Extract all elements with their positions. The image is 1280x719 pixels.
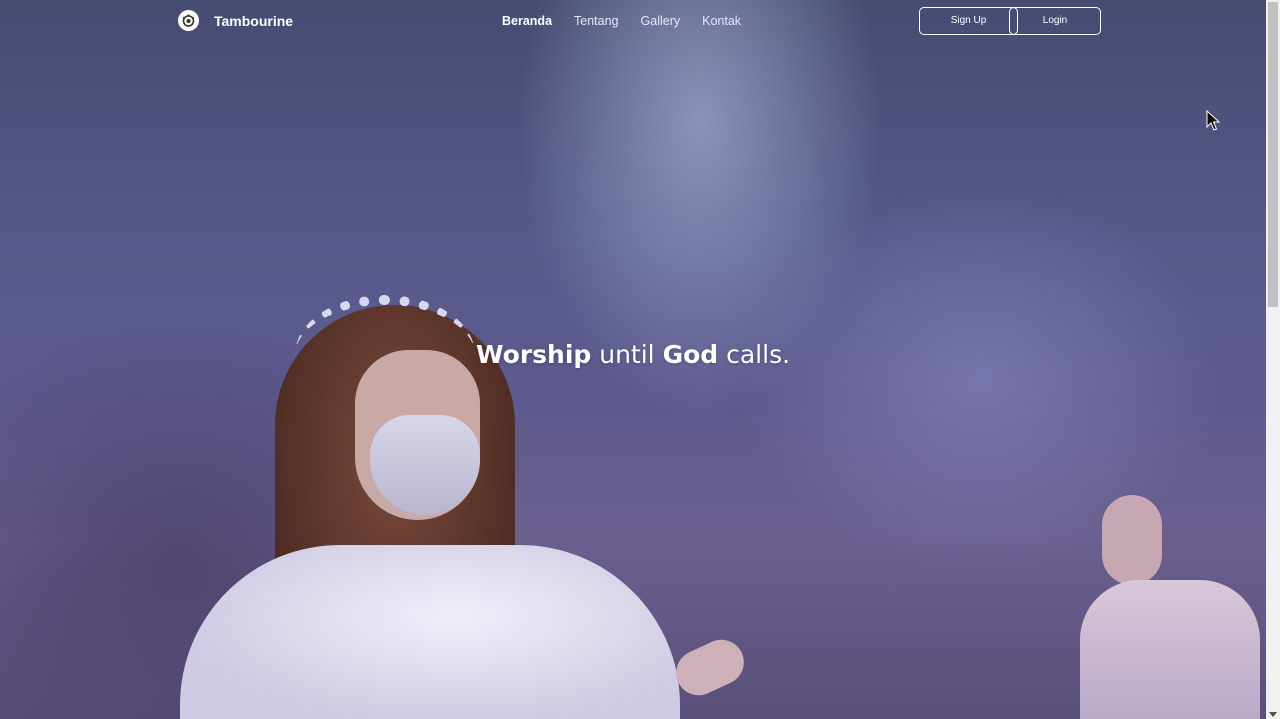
nav-links: Beranda Tentang Gallery Kontak [502,14,763,28]
login-button[interactable]: Login [1009,7,1101,35]
scrollbar-thumb[interactable] [1268,2,1278,307]
headline-word-calls: calls. [718,340,791,369]
sign-up-button[interactable]: Sign Up [919,7,1018,35]
mouse-pointer-icon [1206,109,1221,136]
nav-link-beranda[interactable]: Beranda [502,14,552,28]
hero-photo-background-performer [1080,490,1270,719]
brand-link[interactable]: Tambourine [178,10,293,31]
navbar: Tambourine Beranda Tentang Gallery Konta… [0,0,1266,42]
nav-link-gallery[interactable]: Gallery [641,14,681,28]
headline-word-worship: Worship [475,340,592,369]
headline-word-god: God [662,340,719,369]
page-scrollbar[interactable] [1266,0,1280,719]
scroll-down-arrow-icon[interactable] [1269,712,1277,717]
brand-name: Tambourine [214,12,294,29]
nav-link-kontak[interactable]: Kontak [702,14,741,28]
tambourine-logo-icon [178,10,199,31]
hero-headline: Worship until God calls. [0,340,1266,369]
headline-word-until: until [591,340,663,369]
nav-link-tentang[interactable]: Tentang [574,14,618,28]
page: Tambourine Beranda Tentang Gallery Konta… [0,0,1280,719]
